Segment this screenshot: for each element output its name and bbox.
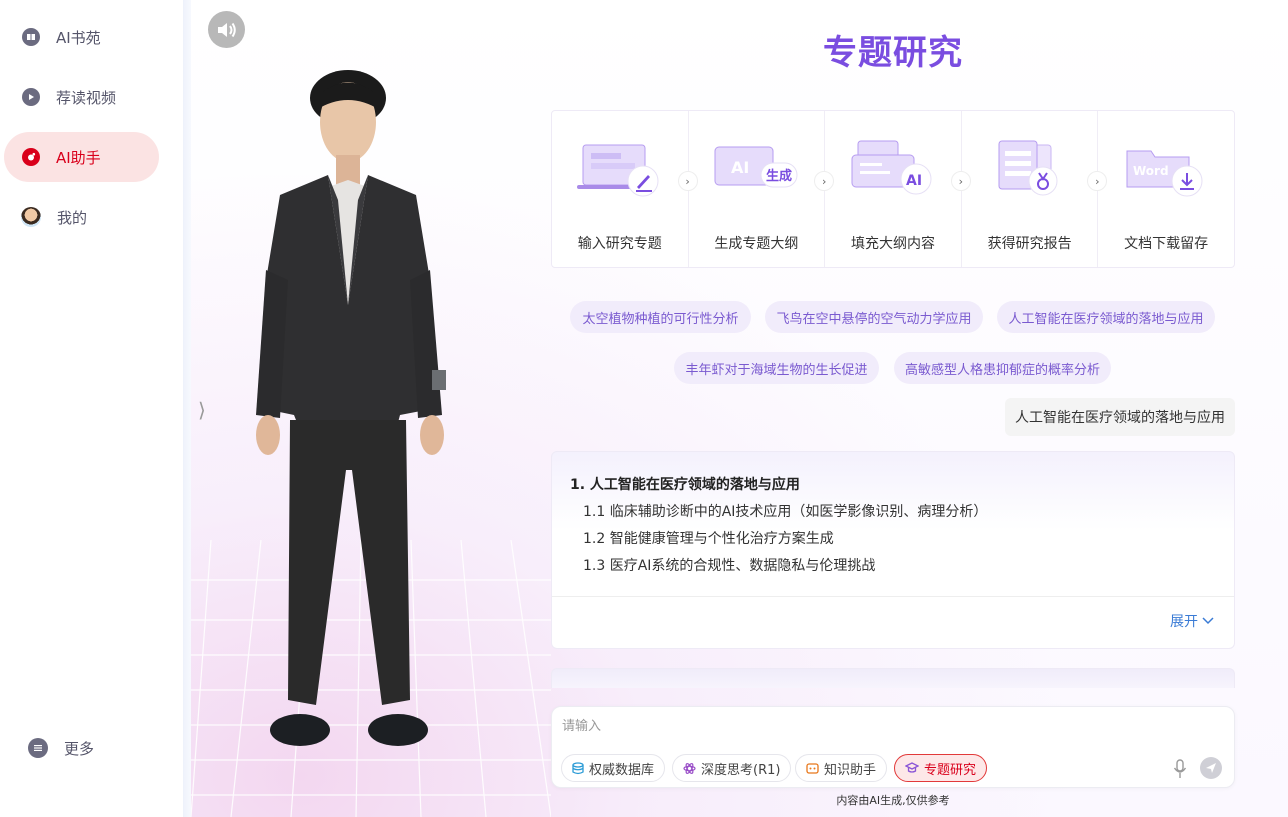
book-icon (22, 28, 40, 46)
sidebar-item-label: AI助手 (56, 148, 101, 167)
tool-deep-thinking-button[interactable]: 深度思考(R1) (672, 754, 792, 782)
graduation-cap-icon (905, 762, 919, 773)
sound-toggle-button[interactable] (208, 11, 245, 48)
step-download-doc: Word 文档下载留存 (1098, 111, 1234, 267)
step-input-topic: 输入研究专题 › (552, 111, 698, 267)
user-message-bubble: 人工智能在医疗领域的落地与应用 (1005, 398, 1235, 436)
sidebar-item-label: AI书苑 (56, 28, 101, 47)
step-label: 获得研究报告 (987, 236, 1072, 252)
report-medal-icon (998, 140, 1058, 196)
collapse-panel-arrow-icon[interactable]: ⟩ (198, 398, 206, 422)
atom-icon (683, 762, 696, 774)
ai-fill-icon: AI (851, 140, 932, 195)
send-button[interactable] (1200, 757, 1222, 779)
tool-authoritative-database-button[interactable]: 权威数据库 (561, 754, 666, 782)
word-download-icon: Word (1126, 150, 1203, 197)
answer-list-item: 1.3 医疗AI系统的合规性、数据隐私与伦理挑战 (583, 558, 876, 574)
tool-label: 深度思考(R1) (701, 762, 781, 778)
answer-card: 1. 人工智能在医疗领域的落地与应用 1.1 临床辅助诊断中的AI技术应用（如医… (551, 451, 1235, 649)
ai-text: AI (906, 173, 922, 189)
answer-list-item: 1.2 智能健康管理与个性化治疗方案生成 (583, 531, 834, 547)
step-generate-outline: AI 生成 生成专题大纲 › (689, 111, 835, 267)
suggestion-chip[interactable]: 丰年虾对于海域生物的生长促进 (674, 352, 879, 384)
sidebar-item-mine[interactable]: 我的 (4, 192, 159, 242)
menu-icon (28, 738, 48, 758)
answer-heading: 1. 人工智能在医疗领域的落地与应用 (570, 477, 800, 493)
suggestion-chip[interactable]: 高敏感型人格患抑郁症的概率分析 (894, 352, 1111, 384)
assistant-icon (22, 148, 40, 166)
step-label: 填充大纲内容 (850, 236, 935, 252)
ai-generate-icon: AI 生成 (714, 146, 798, 188)
database-icon (572, 761, 584, 774)
chevron-right-icon: › (677, 171, 698, 191)
step-label: 文档下载留存 (1124, 236, 1209, 252)
step-fill-content: AI 填充大纲内容 › (825, 111, 971, 267)
tool-label: 知识助手 (824, 762, 877, 778)
page-title: 专题研究 (823, 33, 963, 73)
ai-text: AI (731, 158, 749, 177)
sidebar-item-ai-assistant[interactable]: AI助手 (4, 132, 159, 182)
next-answer-card-partial (551, 668, 1235, 688)
knowledge-icon (806, 762, 819, 774)
main-left-border (183, 0, 191, 817)
send-icon (1206, 763, 1216, 773)
tool-knowledge-assistant-button[interactable]: 知识助手 (795, 754, 888, 782)
expand-label: 展开 (1170, 614, 1198, 630)
chevron-down-icon (1202, 617, 1214, 625)
laptop-pen-icon (576, 144, 659, 197)
sidebar-more-button[interactable]: 更多 (10, 723, 165, 773)
suggestion-chip[interactable]: 飞鸟在空中悬停的空气动力学应用 (765, 301, 983, 333)
play-icon (22, 88, 40, 106)
generate-badge-text: 生成 (766, 168, 792, 184)
suggestion-chip[interactable]: 太空植物种植的可行性分析 (570, 301, 751, 333)
speaker-icon (217, 22, 236, 37)
sidebar-item-videos[interactable]: 荐读视频 (4, 72, 159, 122)
sidebar-item-label: 我的 (57, 208, 88, 227)
sidebar-more-label: 更多 (64, 739, 95, 758)
ai-disclaimer: 内容由AI生成,仅供参考 (836, 794, 950, 807)
sidebar-item-ai-shuyuan[interactable]: AI书苑 (4, 12, 159, 62)
word-text: Word (1133, 164, 1169, 178)
chat-input-box: 权威数据库 深度思考(R1) 知识助手 专题研究 (551, 706, 1235, 788)
microphone-button[interactable] (1170, 757, 1190, 781)
avatar-icon (21, 207, 41, 227)
digital-human-avatar (256, 70, 446, 746)
expand-button[interactable]: 展开 (1170, 611, 1214, 631)
chevron-right-icon: › (950, 171, 971, 191)
microphone-icon (1173, 759, 1187, 778)
step-label: 输入研究专题 (577, 236, 662, 252)
suggestion-chip[interactable]: 人工智能在医疗领域的落地与应用 (997, 301, 1215, 333)
tool-topic-research-button[interactable]: 专题研究 (894, 754, 988, 782)
tool-label: 权威数据库 (589, 762, 655, 778)
research-steps-panel: 输入研究专题 › AI 生成 生成专题大纲 › AI 填充大纲内容 › 获得研究… (551, 110, 1235, 268)
tool-label: 专题研究 (924, 762, 977, 778)
chat-input[interactable] (562, 715, 1222, 745)
sidebar: AI书苑 荐读视频 AI助手 我的 更多 (0, 0, 183, 817)
answer-divider (552, 596, 1234, 597)
answer-list-item: 1.1 临床辅助诊断中的AI技术应用（如医学影像识别、病理分析） (583, 504, 988, 520)
sidebar-item-label: 荐读视频 (56, 88, 117, 107)
step-label: 生成专题大纲 (714, 236, 799, 252)
step-get-report: 获得研究报告 › (962, 111, 1108, 267)
